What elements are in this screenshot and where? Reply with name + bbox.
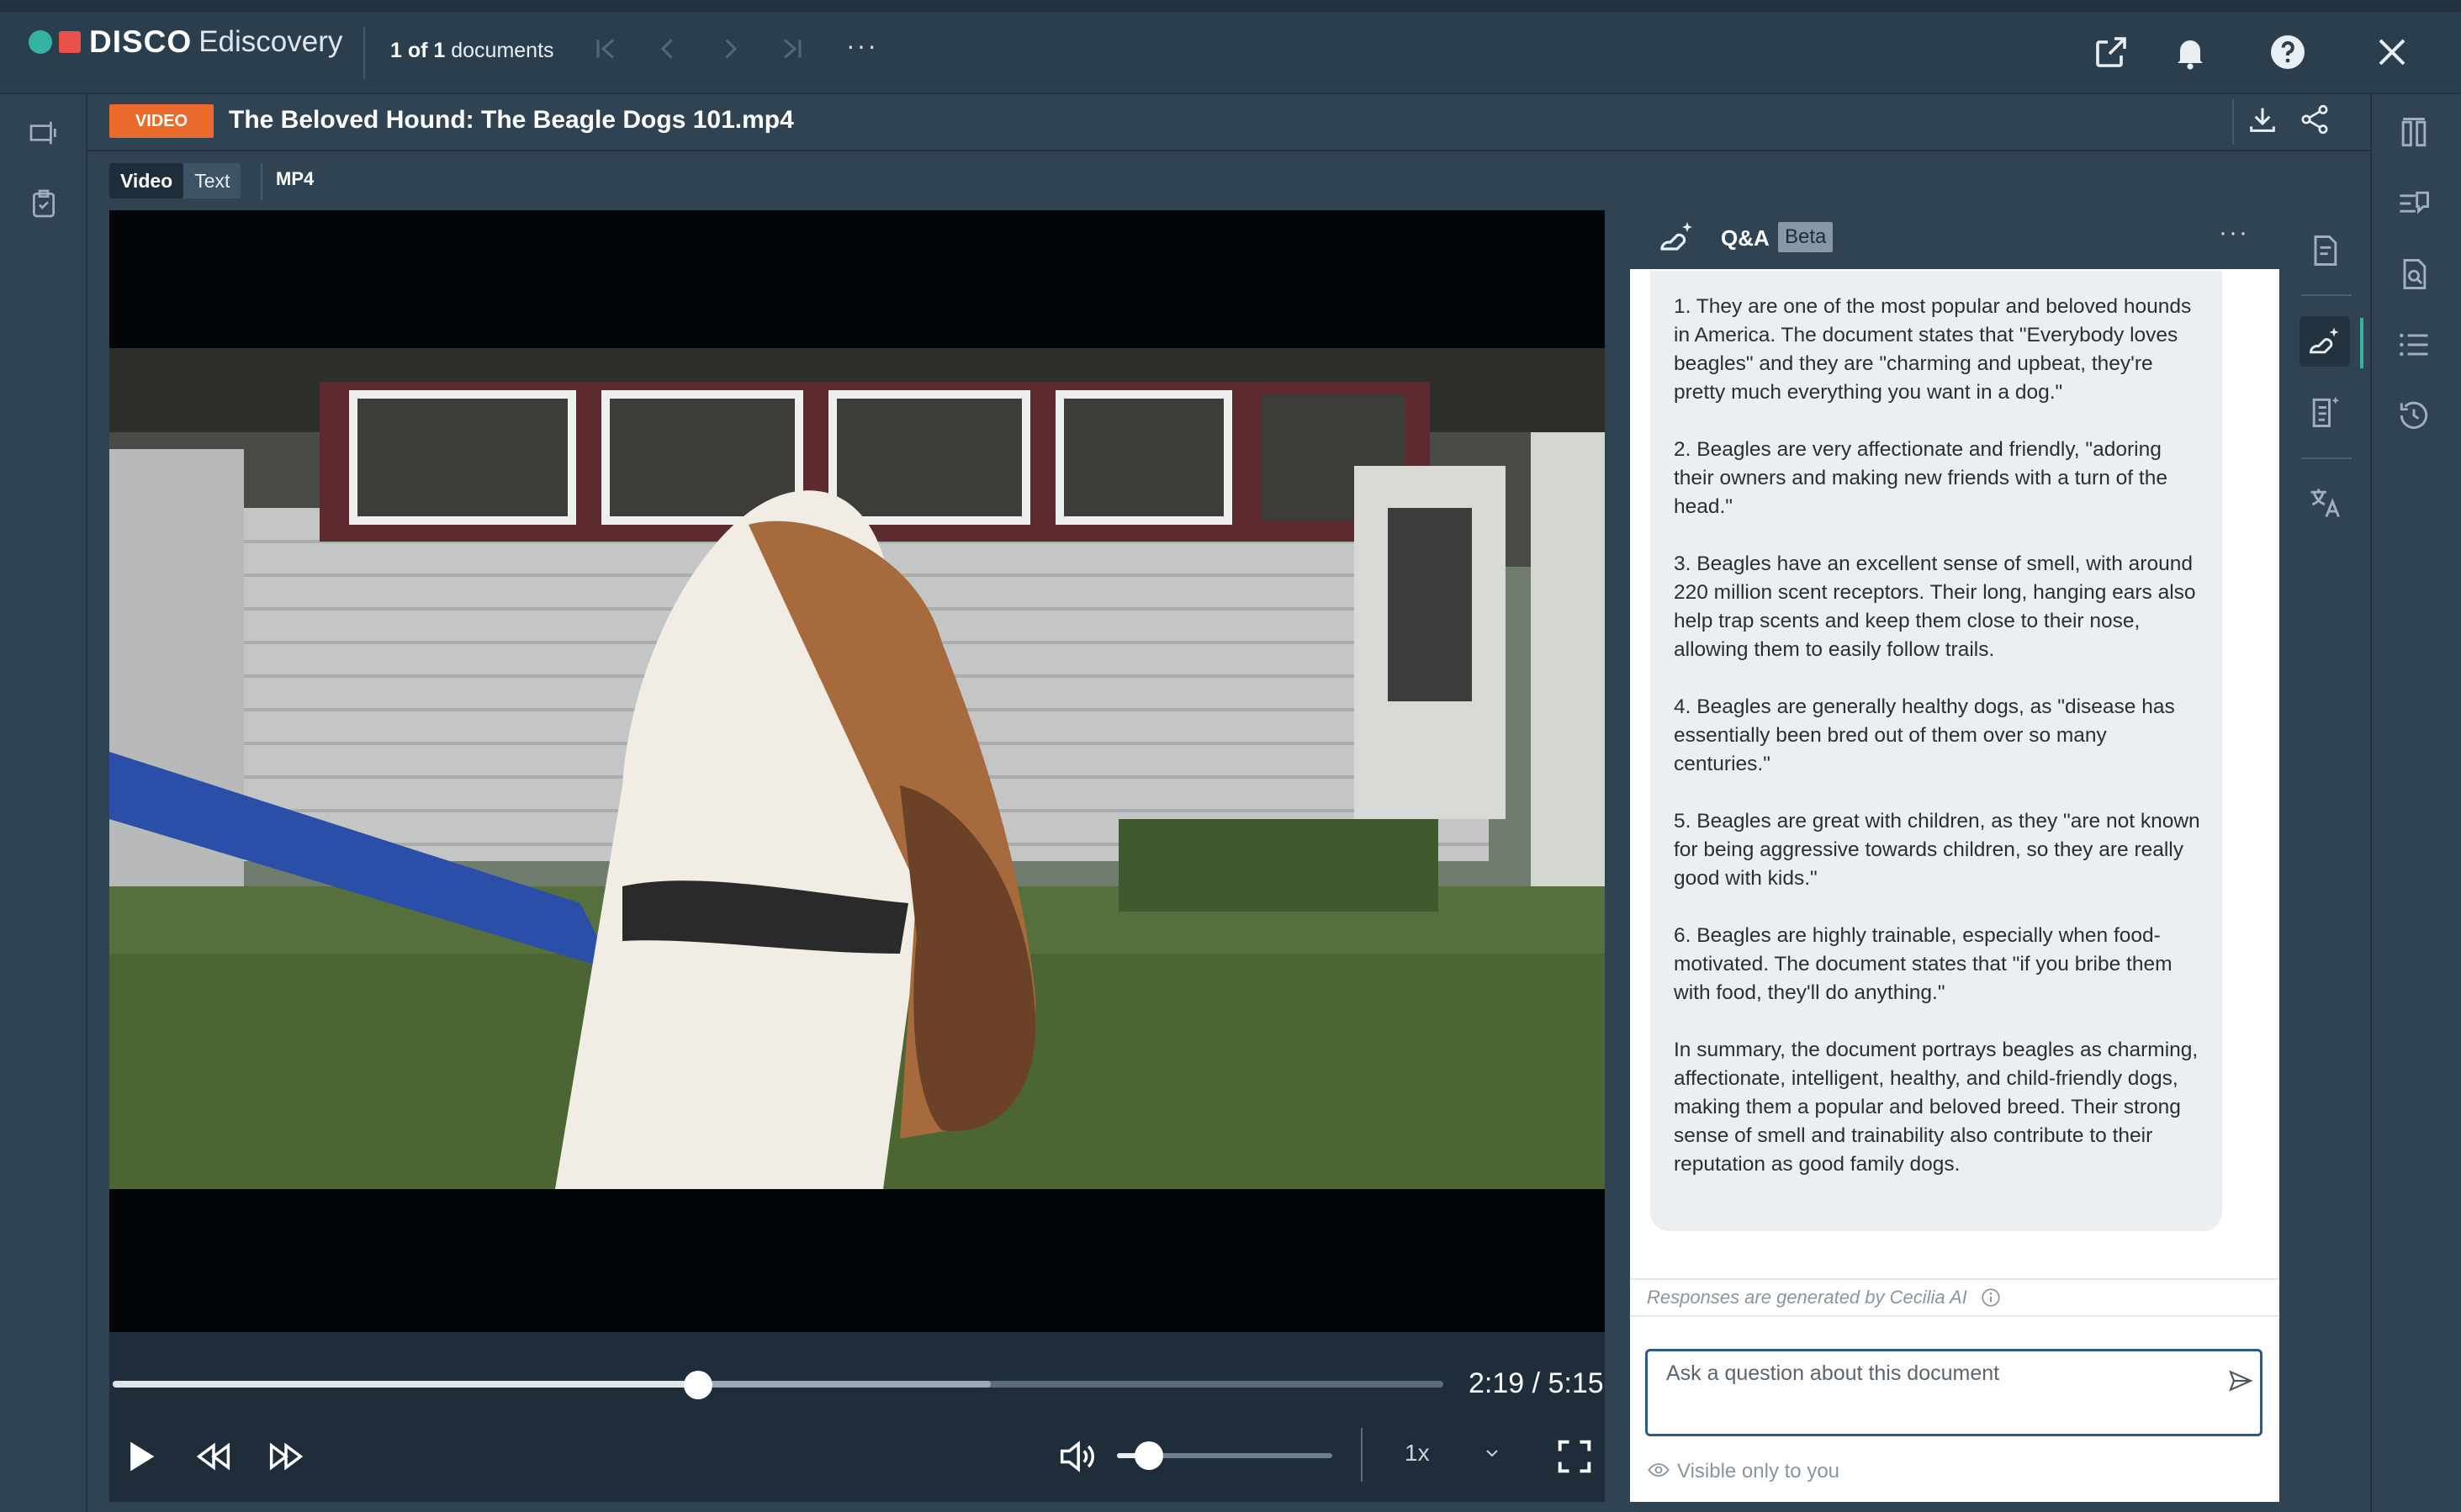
tab-text[interactable]: Text xyxy=(183,163,241,198)
document-counter: 1 of 1 documents xyxy=(390,39,554,63)
playback-time: 2:19 / 5:15 xyxy=(1469,1367,1604,1399)
document-search-icon[interactable] xyxy=(2395,256,2432,293)
answer-paragraph: In summary, the document portrays beagle… xyxy=(1674,1039,2199,1176)
clipboard-check-icon[interactable] xyxy=(27,187,61,220)
seek-handle[interactable] xyxy=(684,1371,713,1399)
panel-toggle-icon[interactable] xyxy=(27,116,61,150)
ai-disclaimer: Responses are generated by Cecilia AI xyxy=(1647,1287,1967,1308)
view-tabs: Video Text xyxy=(109,163,241,198)
top-strip xyxy=(0,0,2461,12)
view-tabs-bar xyxy=(87,153,2370,210)
logo-square xyxy=(59,31,81,53)
list-icon[interactable] xyxy=(2395,326,2432,363)
answer-paragraph: 2. Beagles are very affectionate and fri… xyxy=(1674,438,2167,518)
divider xyxy=(1630,1315,2279,1317)
beta-badge: Beta xyxy=(1778,222,1834,252)
left-rail xyxy=(0,94,87,1512)
tab-video[interactable]: Video xyxy=(109,163,184,198)
divider xyxy=(261,163,262,200)
history-icon[interactable] xyxy=(2395,397,2432,434)
divider xyxy=(2301,294,2352,296)
send-icon[interactable] xyxy=(2227,1367,2254,1394)
play-icon[interactable] xyxy=(118,1435,161,1478)
bell-icon[interactable] xyxy=(2170,32,2210,72)
brand-name: DISCO xyxy=(89,24,193,59)
eye-icon xyxy=(1648,1463,1670,1477)
document-type-badge: VIDEO xyxy=(109,104,214,138)
translate-icon[interactable] xyxy=(2306,484,2343,521)
divider xyxy=(2301,457,2352,459)
columns-icon[interactable] xyxy=(2395,114,2432,151)
divider xyxy=(1361,1428,1363,1482)
document-review-icon[interactable] xyxy=(2306,232,2343,269)
info-icon[interactable] xyxy=(1980,1287,2002,1308)
qa-title: Q&A xyxy=(1721,225,1770,251)
answer-paragraph: 3. Beagles have an excellent sense of sm… xyxy=(1674,552,2196,661)
divider xyxy=(2232,99,2234,145)
qa-answer-bubble: 1. They are one of the most popular and … xyxy=(1650,271,2222,1231)
divider xyxy=(1630,1278,2279,1280)
video-frame xyxy=(109,348,1605,1189)
fast-forward-icon[interactable] xyxy=(264,1435,308,1478)
close-icon[interactable] xyxy=(2372,32,2412,72)
answer-paragraph: 6. Beagles are highly trainable, especia… xyxy=(1674,924,2173,1004)
question-input[interactable] xyxy=(1645,1349,2263,1436)
product-name: Ediscovery xyxy=(198,25,343,58)
open-external-icon[interactable] xyxy=(2091,32,2131,72)
ai-assistant-tool-icon[interactable] xyxy=(2306,323,2343,360)
document-title: The Beloved Hound: The Beagle Dogs 101.m… xyxy=(229,106,794,134)
download-icon[interactable] xyxy=(2246,103,2279,136)
more-options-button[interactable]: ··· xyxy=(846,30,878,61)
answer-paragraph: 4. Beagles are generally healthy dogs, a… xyxy=(1674,695,2175,775)
fullscreen-icon[interactable] xyxy=(1553,1435,1596,1478)
answer-paragraph: 1. They are one of the most popular and … xyxy=(1674,295,2192,404)
help-icon[interactable] xyxy=(2268,32,2308,72)
rewind-icon[interactable] xyxy=(192,1435,236,1478)
qa-more-options-button[interactable]: ··· xyxy=(2219,219,2249,247)
format-label: MP4 xyxy=(276,168,315,189)
seek-played xyxy=(113,1381,699,1388)
document-counter-position: 1 of 1 xyxy=(390,39,446,62)
seek-bar[interactable] xyxy=(113,1381,1443,1388)
first-page-icon[interactable] xyxy=(590,34,621,64)
app-window: DISCO Ediscovery 1 of 1 documents ··· VI… xyxy=(0,0,2461,1512)
answer-paragraph: 5. Beagles are great with children, as t… xyxy=(1674,810,2200,890)
active-tool-indicator xyxy=(2360,318,2363,368)
ai-assistant-icon xyxy=(1660,222,1692,251)
last-page-icon[interactable] xyxy=(777,34,807,64)
right-rail xyxy=(2370,94,2461,1512)
visibility-note: Visible only to you xyxy=(1677,1460,1840,1483)
next-page-icon[interactable] xyxy=(715,34,745,64)
playback-speed[interactable]: 1x xyxy=(1405,1440,1430,1467)
document-navigation xyxy=(590,34,807,64)
share-icon[interactable] xyxy=(2298,103,2331,136)
previous-page-icon[interactable] xyxy=(653,34,683,64)
logo-dot xyxy=(29,30,52,54)
comment-list-icon[interactable] xyxy=(2395,185,2432,222)
document-counter-label: documents xyxy=(445,39,554,62)
video-display[interactable] xyxy=(109,210,1605,1332)
divider xyxy=(363,27,365,79)
ai-summary-icon[interactable] xyxy=(2306,394,2343,431)
volume-icon[interactable] xyxy=(1055,1435,1098,1478)
brand-logo: DISCO Ediscovery xyxy=(29,24,343,59)
chevron-down-icon[interactable] xyxy=(1482,1443,1502,1463)
